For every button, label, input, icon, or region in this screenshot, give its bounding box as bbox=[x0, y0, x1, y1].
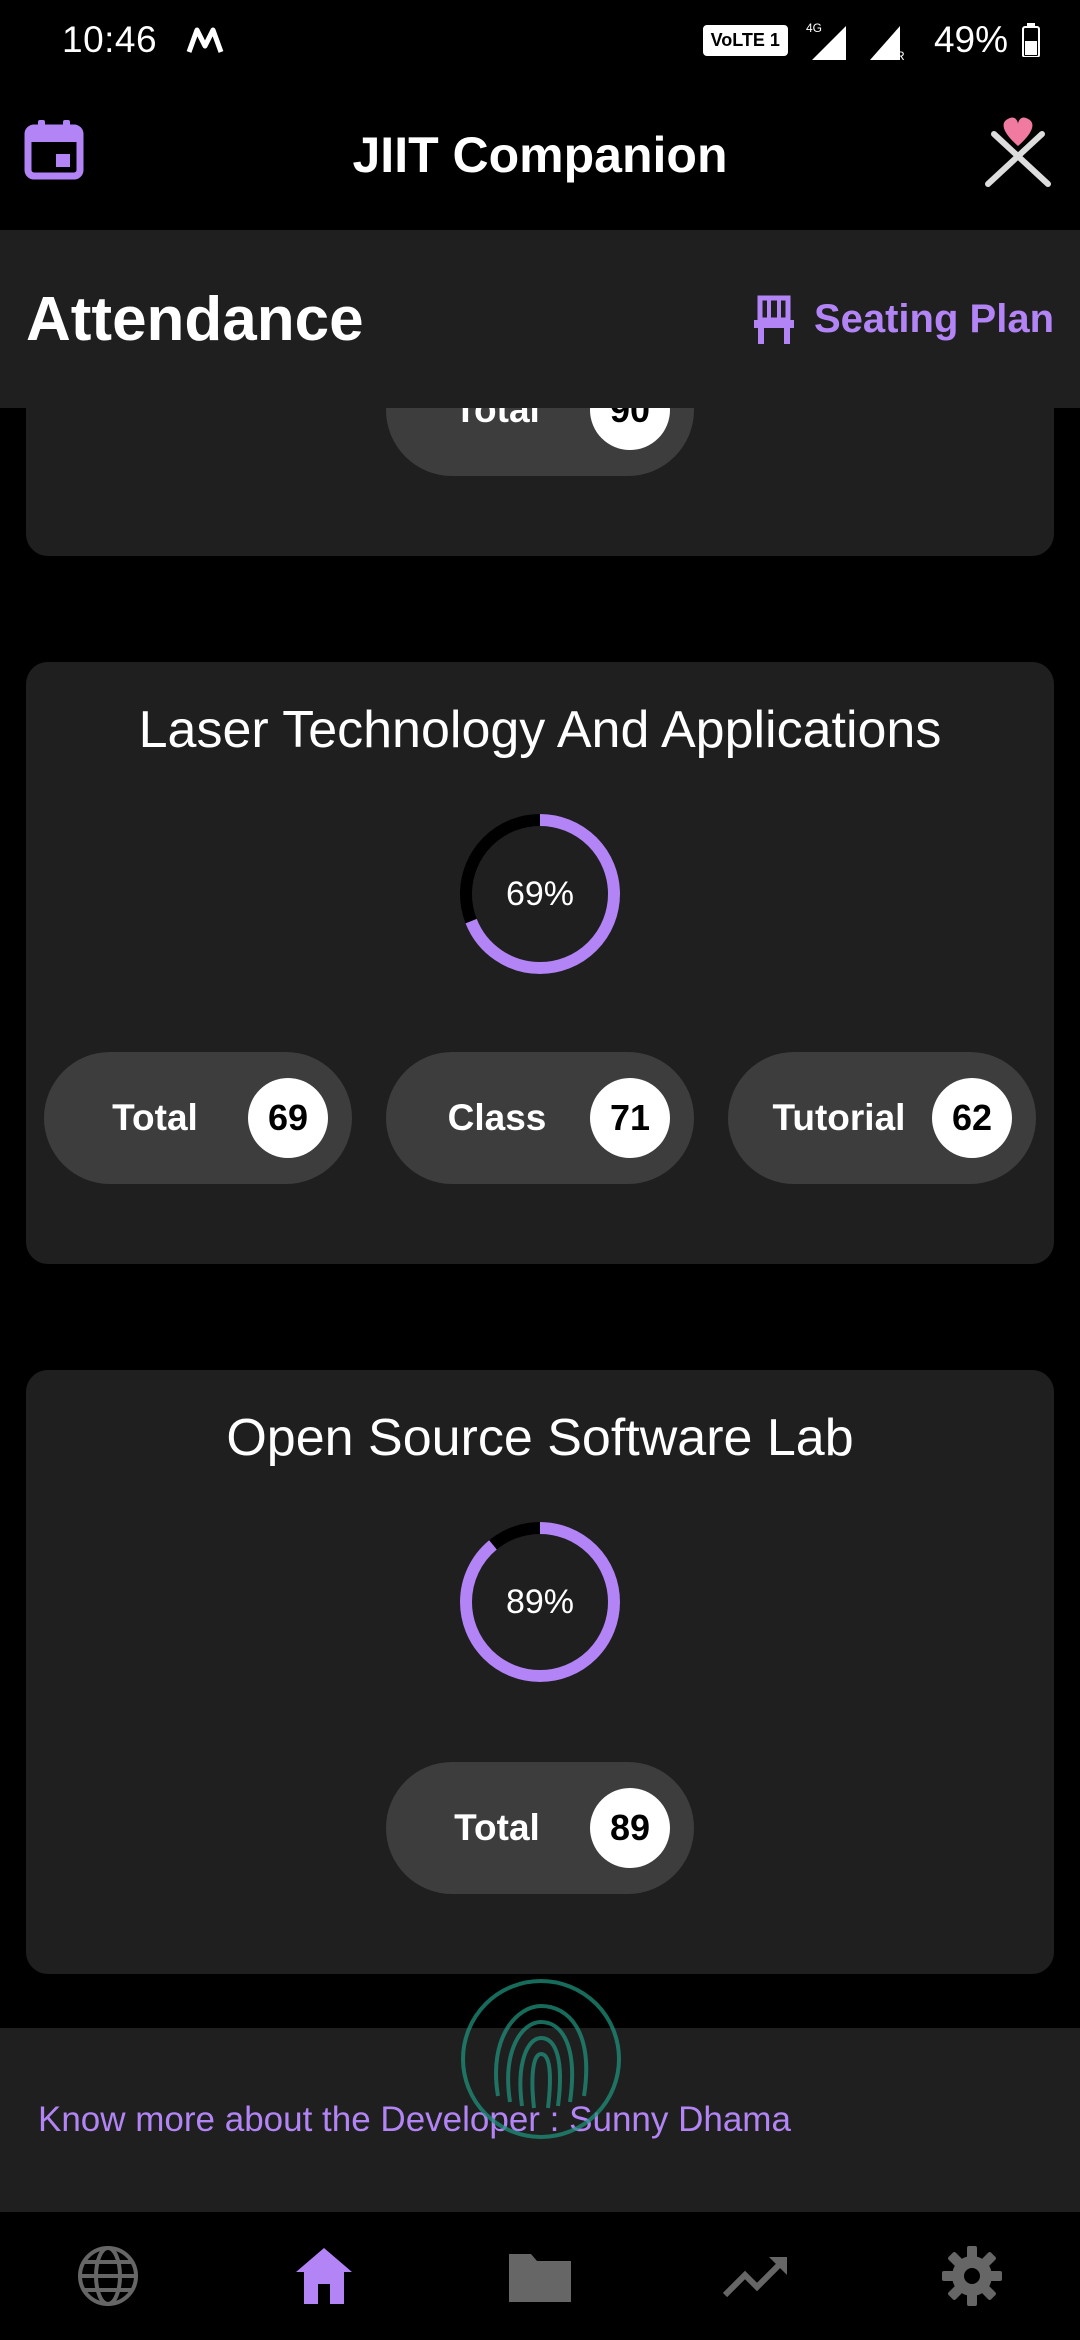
fingerprint-icon[interactable] bbox=[458, 1976, 624, 2142]
volte-badge: VoLTE 1 bbox=[702, 24, 788, 56]
pill-label: Total bbox=[112, 1097, 198, 1138]
pill-value: 69 bbox=[248, 1078, 328, 1158]
bottom-nav bbox=[0, 2212, 1080, 2340]
chair-icon bbox=[753, 295, 794, 344]
attendance-card[interactable]: Laser Technology And Applications 69% To… bbox=[26, 662, 1054, 1264]
seating-plan-button[interactable]: Seating Plan bbox=[752, 294, 1054, 344]
section-title: Attendance bbox=[26, 284, 364, 354]
pill-label: Tutorial bbox=[772, 1097, 906, 1138]
app-bar: JIIT Companion bbox=[0, 80, 1080, 230]
nav-home[interactable] bbox=[284, 2236, 364, 2316]
folder-icon bbox=[509, 2254, 571, 2302]
status-time: 10:46 bbox=[62, 19, 158, 60]
settings-icon bbox=[942, 2246, 1002, 2306]
pill-label: Class bbox=[447, 1097, 547, 1138]
nav-web[interactable] bbox=[68, 2236, 148, 2316]
subject-title: Laser Technology And Applications bbox=[138, 701, 942, 759]
developer-link[interactable]: Know more about the Developer : Sunny Dh… bbox=[38, 2100, 791, 2140]
globe-icon bbox=[78, 2246, 138, 2306]
nav-settings[interactable] bbox=[932, 2236, 1012, 2316]
pill-value: 89 bbox=[590, 1788, 670, 1868]
nav-stats[interactable] bbox=[716, 2236, 796, 2316]
trending-up-icon bbox=[722, 2257, 787, 2298]
battery-icon bbox=[1022, 23, 1040, 57]
class-pill: Class 71 bbox=[386, 1052, 694, 1184]
app-title: JIIT Companion bbox=[352, 127, 728, 183]
subject-title: Open Source Software Lab bbox=[226, 1409, 854, 1467]
calendar-icon[interactable] bbox=[22, 118, 86, 182]
svg-text:R: R bbox=[896, 49, 905, 62]
pill-value: 62 bbox=[932, 1078, 1012, 1158]
signal-roaming-icon: R bbox=[869, 26, 905, 62]
svg-text:4G: 4G bbox=[806, 21, 822, 35]
battery-percent: 49% bbox=[933, 19, 1008, 60]
attendance-ring: 89% bbox=[460, 1522, 620, 1682]
attendance-card[interactable]: Open Source Software Lab 89% Total 89 bbox=[26, 1370, 1054, 1974]
attendance-header: Attendance Seating Plan bbox=[0, 230, 1080, 408]
mess-menu-icon[interactable] bbox=[978, 112, 1058, 192]
nav-files[interactable] bbox=[500, 2236, 580, 2316]
attendance-percent: 89% bbox=[505, 1582, 575, 1621]
signal-icon: 4G bbox=[806, 21, 846, 60]
attendance-ring: 69% bbox=[460, 814, 620, 974]
pill-value: 71 bbox=[590, 1078, 670, 1158]
pill-label: Total bbox=[454, 1807, 540, 1848]
home-icon bbox=[296, 2248, 352, 2304]
total-pill: Total 89 bbox=[386, 1762, 694, 1894]
seating-plan-label: Seating Plan bbox=[813, 296, 1054, 341]
notification-m-icon bbox=[186, 27, 224, 53]
total-pill: Total 69 bbox=[44, 1052, 352, 1184]
status-bar: 10:46 VoLTE 1 4G R 49% bbox=[0, 0, 1080, 80]
attendance-percent: 69% bbox=[505, 874, 575, 913]
tutorial-pill: Tutorial 62 bbox=[728, 1052, 1036, 1184]
